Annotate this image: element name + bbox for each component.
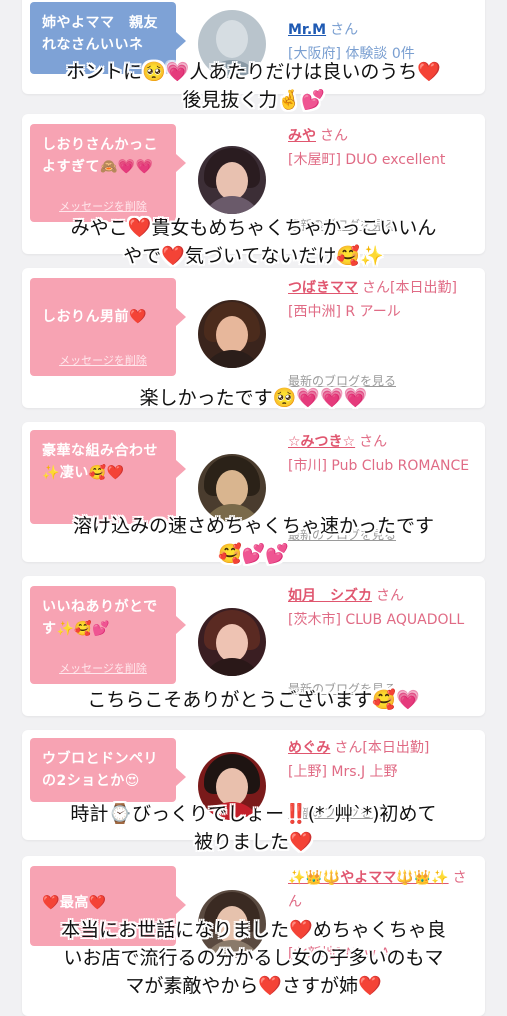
message-text: ウブロとドンペリの2ショとか😍 xyxy=(42,751,158,789)
message-bubble: しおりさんかっこよすぎて🙈💗💗 メッセージを削除 xyxy=(30,124,186,222)
honorific: さん xyxy=(334,740,363,756)
shop-info[interactable]: [茨木市] CLUB AQUADOLL xyxy=(288,608,478,632)
user-name-link[interactable]: ✨👑🔱やよママ🔱👑✨ xyxy=(288,870,449,886)
latest-blog-link[interactable]: 最新のブログを見る xyxy=(288,804,396,821)
avatar[interactable] xyxy=(198,10,266,78)
shop-info[interactable]: [木屋町] DUO excellent xyxy=(288,148,478,172)
message-bubble: 姉やよママ 親友れなさんいいネ xyxy=(30,2,186,74)
message-card: いいねありがとです✨🥰💕 メッセージを削除 如月 シズカ さん [茨木市] CLU… xyxy=(22,576,485,716)
message-bubble: しおりん男前❤️ メッセージを削除 xyxy=(30,278,186,376)
message-text: いいねありがとです✨🥰💕 xyxy=(42,599,158,637)
shop-info[interactable]: [北新地] New A… xyxy=(288,942,478,966)
message-text: 豪華な組み合わせ✨凄い🥰❤️ xyxy=(42,443,158,481)
attendance-status: [本日出勤] xyxy=(390,280,457,296)
avatar[interactable] xyxy=(198,454,266,522)
message-card: ❤️最高❤️ ✨👑🔱やよママ🔱👑✨ さん [北新地] New A… xyxy=(22,856,485,1016)
latest-blog-link[interactable]: 最新のブログを見る xyxy=(288,680,396,697)
avatar[interactable] xyxy=(198,300,266,368)
message-bubble: ウブロとドンペリの2ショとか😍 xyxy=(30,738,186,802)
delete-message-link[interactable]: メッセージを削除 xyxy=(30,198,176,214)
avatar[interactable] xyxy=(198,752,266,820)
delete-message-link[interactable]: メッセージを削除 xyxy=(30,352,176,368)
message-card: 豪華な組み合わせ✨凄い🥰❤️ ☆みつき☆ さん [市川] Pub Club ROM… xyxy=(22,422,485,562)
message-text: ❤️最高❤️ xyxy=(42,895,107,911)
message-bubble: ❤️最高❤️ xyxy=(30,866,186,946)
honorific: さん xyxy=(330,22,359,38)
latest-blog-link[interactable]: 最新のブログを見る xyxy=(288,526,396,543)
avatar[interactable] xyxy=(198,608,266,676)
attendance-status: [本日出勤] xyxy=(362,740,430,756)
avatar[interactable] xyxy=(198,890,266,958)
latest-blog-link[interactable]: 最新のブログを見る xyxy=(288,372,396,389)
shop-info[interactable]: [大阪府] 体験談 0件 xyxy=(288,42,478,66)
message-text: 姉やよママ 親友れなさんいいネ xyxy=(42,15,158,53)
user-name-link[interactable]: 如月 シズカ xyxy=(288,588,372,604)
message-card: 姉やよママ 親友れなさんいいネ Mr.M さん [大阪府] 体験談 0件 xyxy=(22,0,485,94)
message-bubble: 豪華な組み合わせ✨凄い🥰❤️ xyxy=(30,430,186,524)
honorific: さん xyxy=(359,434,388,450)
honorific: さん xyxy=(320,128,348,144)
user-name-link[interactable]: ☆みつき☆ xyxy=(288,434,355,450)
latest-blog-link[interactable]: 最新のブログを見る xyxy=(288,216,396,233)
shop-info[interactable]: [市川] Pub Club ROMANCE xyxy=(288,454,478,478)
avatar[interactable] xyxy=(198,146,266,214)
user-name-link[interactable]: Mr.M xyxy=(288,22,326,38)
honorific: さん xyxy=(362,280,390,296)
user-name-link[interactable]: めぐみ xyxy=(288,740,330,756)
message-card: しおりん男前❤️ メッセージを削除 つばきママ さん[本日出勤] [西中洲] R … xyxy=(22,268,485,408)
user-name-link[interactable]: みや xyxy=(288,128,316,144)
message-text: しおりさんかっこよすぎて🙈💗💗 xyxy=(42,137,158,175)
shop-info[interactable]: [西中洲] R アール xyxy=(288,300,478,324)
delete-message-link[interactable]: メッセージを削除 xyxy=(30,660,176,676)
message-text: しおりん男前❤️ xyxy=(42,309,147,325)
message-card: ウブロとドンペリの2ショとか😍 めぐみ さん[本日出勤] [上野] Mrs.J 上… xyxy=(22,730,485,840)
message-bubble: いいねありがとです✨🥰💕 メッセージを削除 xyxy=(30,586,186,684)
shop-info[interactable]: [上野] Mrs.J 上野 xyxy=(288,760,478,784)
message-card: しおりさんかっこよすぎて🙈💗💗 メッセージを削除 みや さん [木屋町] DUO … xyxy=(22,114,485,254)
honorific: さん xyxy=(376,588,404,604)
user-name-link[interactable]: つばきママ xyxy=(288,280,358,296)
